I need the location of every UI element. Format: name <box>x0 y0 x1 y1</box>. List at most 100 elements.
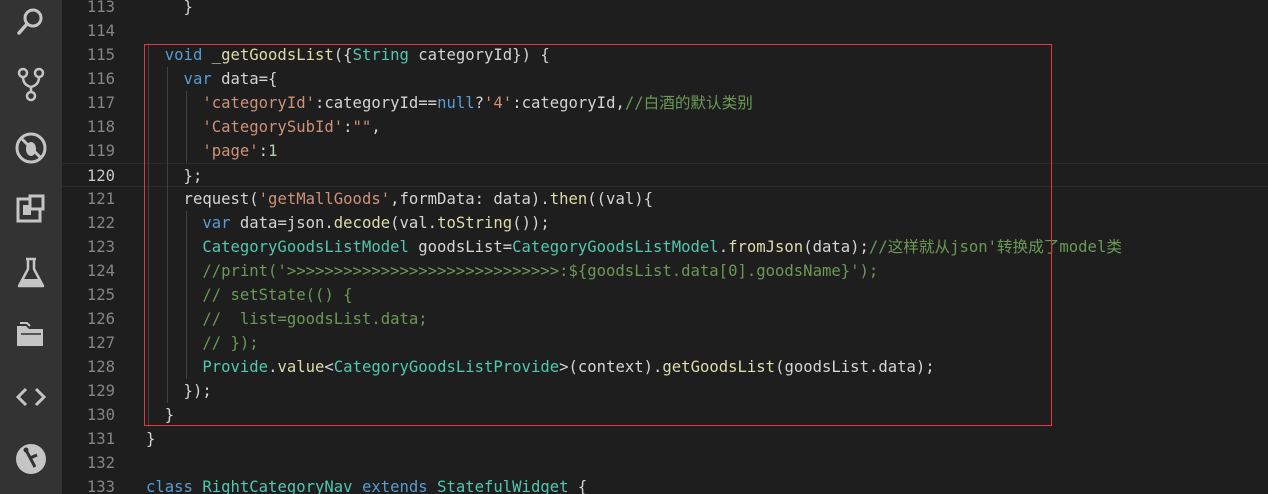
code-line[interactable]: 132 <box>62 451 1268 475</box>
line-number: 126 <box>86 310 115 328</box>
flask-icon[interactable] <box>11 253 51 293</box>
code-token: request( <box>146 190 259 208</box>
code-token: { <box>568 478 588 494</box>
code-line[interactable]: 115 void _getGoodsList({String categoryI… <box>62 43 1268 67</box>
code-token: extends <box>352 478 438 494</box>
line-code: 'categoryId':categoryId==null?'4':catego… <box>146 91 753 115</box>
line-number: 125 <box>86 286 115 304</box>
code-token: //白酒的默认类别 <box>624 94 753 112</box>
line-code: } <box>146 0 193 19</box>
code-token: < <box>324 358 334 376</box>
line-code: CategoryGoodsListModel goodsList=Categor… <box>146 235 1122 259</box>
code-line[interactable]: 117 'categoryId':categoryId==null?'4':ca… <box>62 91 1268 115</box>
code-line[interactable]: 113 } <box>62 0 1268 19</box>
code-line[interactable]: 125 // setState(() { <box>62 283 1268 307</box>
line-code: // list=goodsList.data; <box>146 307 428 331</box>
line-code: }); <box>146 379 212 403</box>
line-code: var data=json.decode(val.toString()); <box>146 211 549 235</box>
code-line[interactable]: 120 }; <box>62 163 1268 187</box>
indent-guide <box>185 211 187 379</box>
code-line[interactable]: 116 var data={ <box>62 67 1268 91</box>
code-token: _getGoodsList <box>211 46 334 64</box>
code-brackets-icon[interactable] <box>11 377 51 417</box>
line-number: 121 <box>86 190 115 208</box>
code-token: } <box>146 430 156 448</box>
code-line[interactable]: 123 CategoryGoodsListModel goodsList=Cat… <box>62 235 1268 259</box>
code-token: class <box>146 478 203 494</box>
code-token: . <box>718 238 729 256</box>
line-code: } <box>146 427 155 451</box>
source-control-icon[interactable] <box>11 64 51 104</box>
code-token: } <box>146 0 193 16</box>
code-line[interactable]: 124 //print('>>>>>>>>>>>>>>>>>>>>>>>>>>>… <box>62 259 1268 283</box>
line-number: 132 <box>86 454 115 472</box>
code-token: '4' <box>484 94 513 112</box>
extensions-icon[interactable] <box>11 190 51 230</box>
line-number: 123 <box>86 238 115 256</box>
line-number: 131 <box>86 430 115 448</box>
code-token: }); <box>146 382 212 400</box>
code-token: var <box>146 70 222 88</box>
code-token: // list=goodsList.data; <box>146 310 428 328</box>
code-token: // }); <box>146 334 259 352</box>
code-line[interactable]: 131} <box>62 427 1268 451</box>
debug-icon[interactable] <box>11 128 51 168</box>
code-token: decode <box>333 214 391 232</box>
code-token: //这样就从json'转换成了model类 <box>868 238 1122 256</box>
line-number: 133 <box>86 478 115 494</box>
line-number: 119 <box>86 142 115 160</box>
line-number: 118 <box>86 118 115 136</box>
line-code: var data={ <box>146 67 278 91</box>
code-token: 'categoryId' <box>146 94 315 112</box>
code-token: toString <box>437 214 513 232</box>
line-number: 115 <box>86 46 115 64</box>
code-line[interactable]: 121 request('getMallGoods',formData: dat… <box>62 187 1268 211</box>
code-line[interactable]: 127 // }); <box>62 331 1268 355</box>
code-token: getGoodsList <box>662 358 776 376</box>
code-token: ? <box>474 94 485 112</box>
code-token: ,formData: data). <box>390 190 550 208</box>
code-token: , <box>371 118 381 136</box>
git-graph-icon[interactable] <box>11 439 51 479</box>
line-code: 'CategorySubId':"", <box>146 115 381 139</box>
code-token: RightCategoryNav <box>202 478 353 494</box>
line-code: Provide.value<CategoryGoodsListProvide>(… <box>146 355 934 379</box>
line-code: class RightCategoryNav extends StatefulW… <box>146 475 587 494</box>
code-token: data={ <box>221 70 278 88</box>
code-line[interactable]: 126 // list=goodsList.data; <box>62 307 1268 331</box>
code-token: var <box>146 214 240 232</box>
code-token: ({ <box>333 46 353 64</box>
code-line[interactable]: 119 'page':1 <box>62 139 1268 163</box>
code-token: categoryId}) { <box>408 46 550 64</box>
folder-icon[interactable] <box>11 315 51 355</box>
code-token: fromJson <box>728 238 804 256</box>
code-token: } <box>146 406 175 424</box>
code-token: :categoryId== <box>315 94 438 112</box>
line-number: 117 <box>86 94 115 112</box>
code-token: (data); <box>803 238 869 256</box>
search-icon[interactable] <box>11 2 51 42</box>
code-line[interactable]: 114 <box>62 19 1268 43</box>
code-line[interactable]: 122 var data=json.decode(val.toString())… <box>62 211 1268 235</box>
code-token: StatefulWidget <box>437 478 569 494</box>
code-token: :categoryId, <box>512 94 625 112</box>
code-token: goodsList= <box>408 238 513 256</box>
code-token: 'getMallGoods' <box>258 190 391 208</box>
code-token: // setState(() { <box>146 286 353 304</box>
code-line[interactable]: 118 'CategorySubId':"", <box>62 115 1268 139</box>
line-code: // setState(() { <box>146 283 353 307</box>
code-token: data=json. <box>239 214 334 232</box>
code-line[interactable]: 129 }); <box>62 379 1268 403</box>
code-line[interactable]: 128 Provide.value<CategoryGoodsListProvi… <box>62 355 1268 379</box>
line-number: 114 <box>86 22 115 40</box>
code-line[interactable]: 130 } <box>62 403 1268 427</box>
line-number: 113 <box>86 0 115 16</box>
code-editor[interactable]: 113 } 114 115 void _getGoodsList({String c… <box>62 0 1268 494</box>
code-token: void <box>146 46 212 64</box>
code-token: then <box>549 190 588 208</box>
code-token: //print('>>>>>>>>>>>>>>>>>>>>>>>>>>>>>:$… <box>146 262 879 280</box>
line-number: 127 <box>86 334 115 352</box>
code-line[interactable]: 133 class RightCategoryNav extends Statef… <box>62 475 1268 494</box>
line-code: 'page':1 <box>146 139 277 163</box>
indent-guide <box>185 91 187 163</box>
